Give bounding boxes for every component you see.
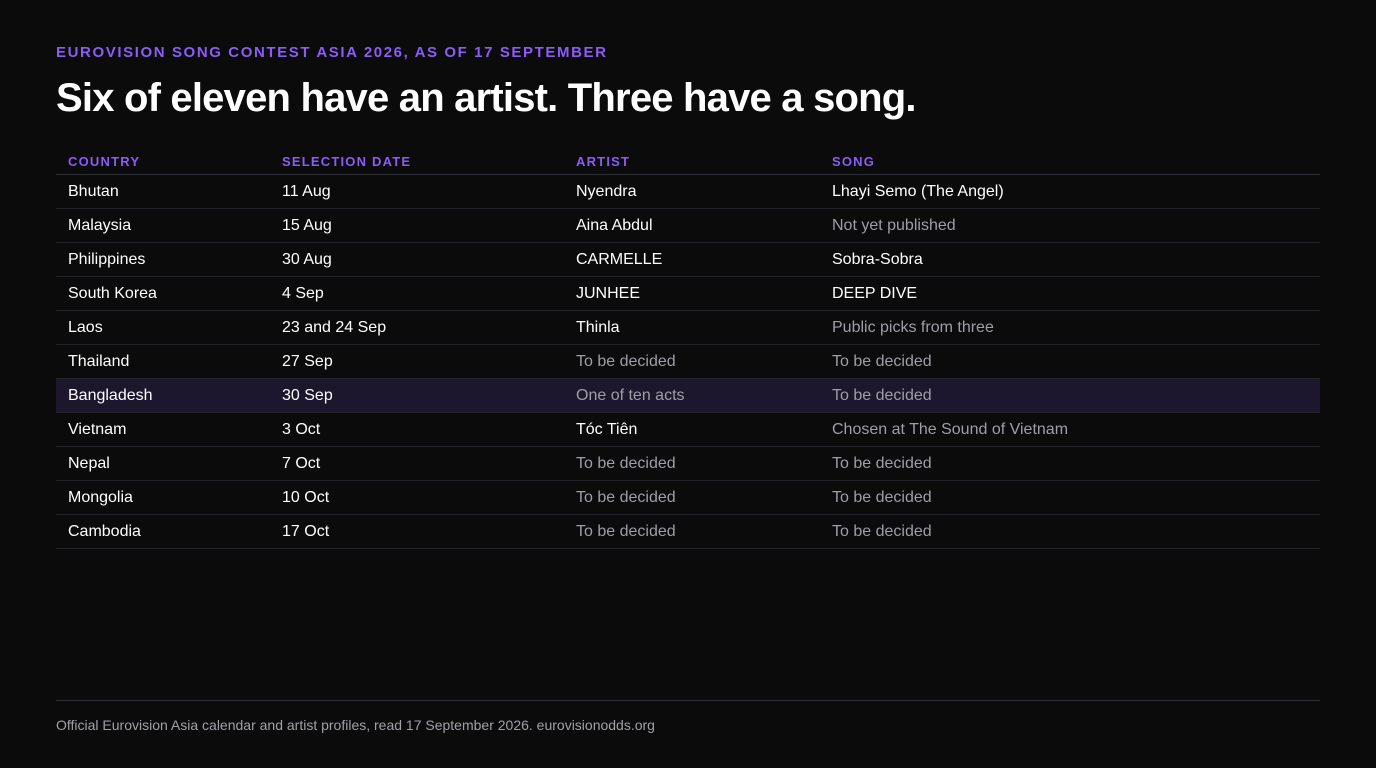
- table-header-row: COUNTRY SELECTION DATE ARTIST SONG: [56, 148, 1320, 175]
- table-row: South Korea 4 Sep JUNHEE DEEP DIVE: [56, 276, 1320, 311]
- footer-divider: [56, 700, 1320, 701]
- song-cell: Public picks from three: [820, 310, 1320, 345]
- table-row: Vietnam 3 Oct Tóc Tiên Chosen at The Sou…: [56, 412, 1320, 447]
- country-cell: Laos: [56, 310, 270, 345]
- country-cell: South Korea: [56, 276, 270, 311]
- table-row: Mongolia 10 Oct To be decided To be deci…: [56, 480, 1320, 515]
- song-cell: To be decided: [820, 446, 1320, 481]
- artist-cell: To be decided: [564, 344, 820, 379]
- table-row: Bhutan 11 Aug Nyendra Lhayi Semo (The An…: [56, 174, 1320, 209]
- artist-cell: To be decided: [564, 480, 820, 515]
- table-row: Thailand 27 Sep To be decided To be deci…: [56, 344, 1320, 379]
- table-row: Nepal 7 Oct To be decided To be decided: [56, 446, 1320, 481]
- song-cell: Not yet published: [820, 208, 1320, 243]
- country-cell: Mongolia: [56, 480, 270, 515]
- column-header-selection-date: SELECTION DATE: [270, 148, 564, 175]
- artist-cell: CARMELLE: [564, 242, 820, 277]
- song-cell: To be decided: [820, 344, 1320, 379]
- date-cell: 10 Oct: [270, 480, 564, 515]
- song-cell: To be decided: [820, 378, 1320, 413]
- table-header: COUNTRY SELECTION DATE ARTIST SONG: [56, 148, 1320, 175]
- date-cell: 3 Oct: [270, 412, 564, 447]
- country-cell: Philippines: [56, 242, 270, 277]
- artist-cell: JUNHEE: [564, 276, 820, 311]
- song-cell: Chosen at The Sound of Vietnam: [820, 412, 1320, 447]
- table-row-highlighted: Bangladesh 30 Sep One of ten acts To be …: [56, 378, 1320, 413]
- artist-cell: Thinla: [564, 310, 820, 345]
- headline: Six of eleven have an artist. Three have…: [56, 76, 917, 120]
- date-cell: 30 Sep: [270, 378, 564, 413]
- selection-table-grid: COUNTRY SELECTION DATE ARTIST SONG Bhuta…: [56, 148, 1320, 549]
- table-row: Malaysia 15 Aug Aina Abdul Not yet publi…: [56, 208, 1320, 243]
- table-row: Cambodia 17 Oct To be decided To be deci…: [56, 514, 1320, 549]
- source-footer: Official Eurovision Asia calendar and ar…: [56, 717, 655, 733]
- table-row: Philippines 30 Aug CARMELLE Sobra-Sobra: [56, 242, 1320, 277]
- country-cell: Malaysia: [56, 208, 270, 243]
- country-cell: Bangladesh: [56, 378, 270, 413]
- country-cell: Bhutan: [56, 174, 270, 209]
- date-cell: 11 Aug: [270, 174, 564, 209]
- column-header-artist: ARTIST: [564, 148, 820, 175]
- country-cell: Thailand: [56, 344, 270, 379]
- country-cell: Cambodia: [56, 514, 270, 549]
- song-cell: To be decided: [820, 514, 1320, 549]
- selection-table: COUNTRY SELECTION DATE ARTIST SONG Bhuta…: [56, 148, 1320, 549]
- date-cell: 4 Sep: [270, 276, 564, 311]
- artist-cell: To be decided: [564, 446, 820, 481]
- song-cell: To be decided: [820, 480, 1320, 515]
- artist-cell: To be decided: [564, 514, 820, 549]
- date-cell: 7 Oct: [270, 446, 564, 481]
- artist-cell: Aina Abdul: [564, 208, 820, 243]
- date-cell: 15 Aug: [270, 208, 564, 243]
- table-row: Laos 23 and 24 Sep Thinla Public picks f…: [56, 310, 1320, 345]
- column-header-song: SONG: [820, 148, 1320, 175]
- date-cell: 27 Sep: [270, 344, 564, 379]
- date-cell: 17 Oct: [270, 514, 564, 549]
- country-cell: Vietnam: [56, 412, 270, 447]
- song-cell: Sobra-Sobra: [820, 242, 1320, 277]
- kicker: EUROVISION SONG CONTEST ASIA 2026, AS OF…: [56, 44, 608, 61]
- table-body: Bhutan 11 Aug Nyendra Lhayi Semo (The An…: [56, 174, 1320, 549]
- date-cell: 23 and 24 Sep: [270, 310, 564, 345]
- date-cell: 30 Aug: [270, 242, 564, 277]
- artist-cell: One of ten acts: [564, 378, 820, 413]
- song-cell: Lhayi Semo (The Angel): [820, 174, 1320, 209]
- artist-cell: Tóc Tiên: [564, 412, 820, 447]
- artist-cell: Nyendra: [564, 174, 820, 209]
- song-cell: DEEP DIVE: [820, 276, 1320, 311]
- country-cell: Nepal: [56, 446, 270, 481]
- column-header-country: COUNTRY: [56, 148, 270, 175]
